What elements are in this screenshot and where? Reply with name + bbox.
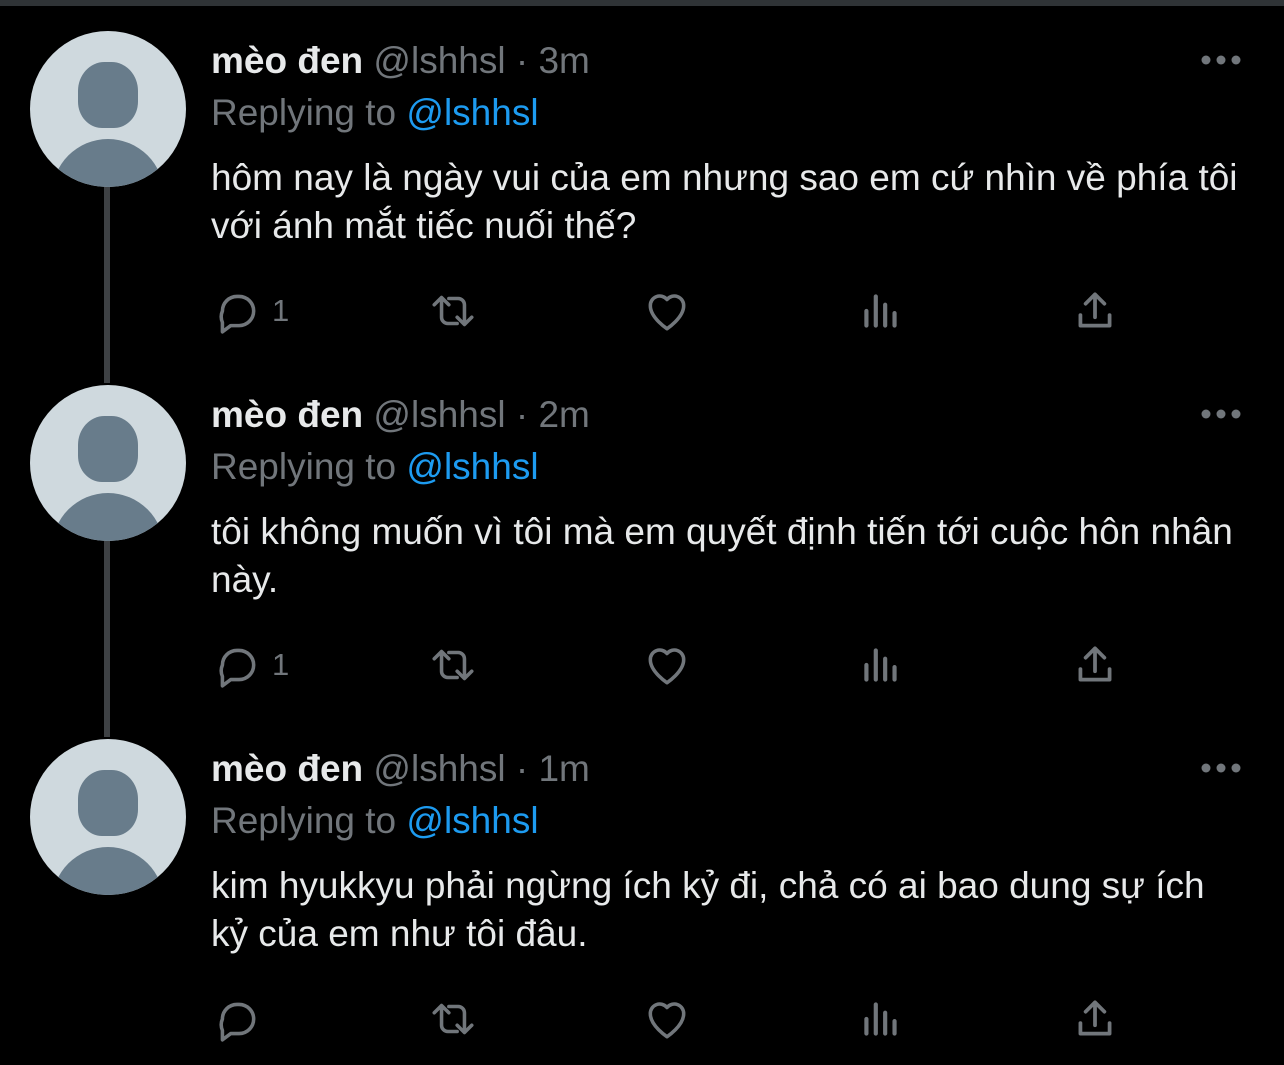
avatar-head [78,416,138,482]
separator-dot: · [515,394,529,435]
more-icon [1201,55,1241,65]
analytics-button[interactable] [856,994,906,1044]
tweet-actions [0,994,1284,1044]
avatar-shoulders [52,139,164,187]
share-button[interactable] [1070,994,1120,1044]
avatar[interactable] [30,385,186,541]
reply-count: 1 [272,293,290,328]
replying-to-handle[interactable]: @lshhsl [406,800,538,841]
analytics-button[interactable] [856,286,906,336]
timestamp[interactable]: 2m [538,394,589,435]
avatar[interactable] [30,739,186,895]
user-handle[interactable]: @lshhsl [373,40,505,81]
reply-icon [219,294,256,334]
timestamp[interactable]: 3m [538,40,589,81]
display-name[interactable]: mèo đen [211,748,363,789]
analytics-icon [864,294,897,328]
more-options-button[interactable] [1198,400,1244,428]
reply-icon [219,648,256,688]
analytics-icon [864,648,897,682]
more-icon [1201,409,1241,419]
like-button[interactable] [642,640,692,690]
reply-button[interactable]: 1 [212,286,289,336]
avatar-shoulders [52,493,164,541]
more-options-button[interactable] [1198,46,1244,74]
tweet-header: mèo đen @lshhsl · 3m [211,38,590,84]
avatar[interactable] [30,31,186,187]
share-icon [1078,1000,1112,1036]
avatar-head [78,770,138,836]
retweet-button[interactable] [428,640,478,690]
tweet-text: tôi không muốn vì tôi mà em quyết định t… [211,511,1233,600]
share-button[interactable] [1070,640,1120,690]
replying-to-label: Replying to [211,800,397,841]
like-icon [648,294,686,331]
display-name[interactable]: mèo đen [211,40,363,81]
replying-to-handle[interactable]: @lshhsl [406,92,538,133]
like-icon [648,1002,686,1039]
replying-to: Replying to @lshhsl [211,444,539,490]
separator-dot: · [515,748,529,789]
retweet-button[interactable] [428,994,478,1044]
user-handle[interactable]: @lshhsl [373,748,505,789]
retweet-icon [432,1003,474,1035]
tweet[interactable]: mèo đen @lshhsl · 2m Replying to @lshhsl… [0,354,1284,708]
like-button[interactable] [642,286,692,336]
tweet-text: hôm nay là ngày vui của em nhưng sao em … [211,157,1238,246]
replying-to: Replying to @lshhsl [211,90,539,136]
reply-count: 1 [272,647,290,682]
separator-dot: · [515,40,529,81]
tweet-actions: 1 [0,286,1284,336]
retweet-icon [432,649,474,681]
analytics-button[interactable] [856,640,906,690]
tweet-header: mèo đen @lshhsl · 1m [211,746,590,792]
timestamp[interactable]: 1m [538,748,589,789]
retweet-button[interactable] [428,286,478,336]
replying-to-label: Replying to [211,92,397,133]
replying-to: Replying to @lshhsl [211,798,539,844]
replying-to-handle[interactable]: @lshhsl [406,446,538,487]
like-button[interactable] [642,994,692,1044]
analytics-icon [864,1002,897,1036]
display-name[interactable]: mèo đen [211,394,363,435]
tweet-actions: 1 [0,640,1284,690]
more-icon [1201,763,1241,773]
replying-to-label: Replying to [211,446,397,487]
share-button[interactable] [1070,286,1120,336]
tweet-text: kim hyukkyu phải ngừng ích kỷ đi, chả có… [211,865,1205,954]
share-icon [1078,646,1112,682]
share-icon [1078,292,1112,328]
like-icon [648,648,686,685]
reply-button[interactable]: 1 [212,640,289,690]
reply-icon [219,1002,256,1042]
tweet[interactable]: mèo đen @lshhsl · 3m Replying to @lshhsl… [0,0,1284,354]
tweet-header: mèo đen @lshhsl · 2m [211,392,590,438]
reply-button[interactable] [212,994,272,1044]
user-handle[interactable]: @lshhsl [373,394,505,435]
more-options-button[interactable] [1198,754,1244,782]
tweet[interactable]: mèo đen @lshhsl · 1m Replying to @lshhsl… [0,708,1284,1062]
avatar-head [78,62,138,128]
retweet-icon [432,295,474,327]
avatar-shoulders [52,847,164,895]
